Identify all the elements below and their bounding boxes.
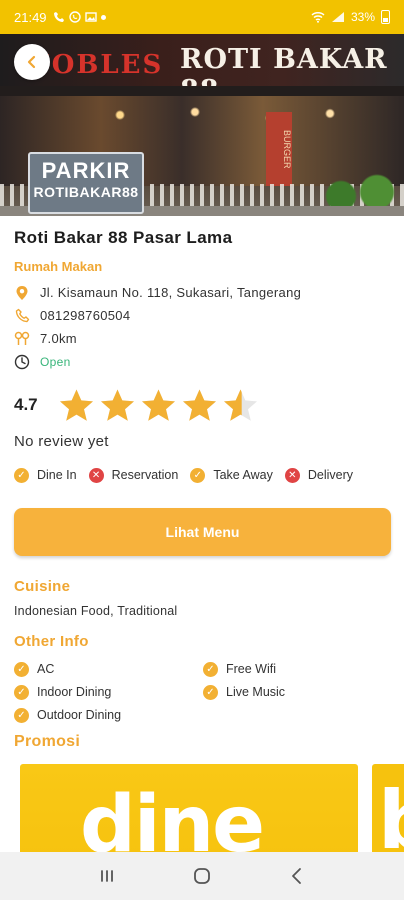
- star-icon: [183, 389, 216, 421]
- battery-percent: 33%: [350, 10, 375, 24]
- other-info-item: ✓ Indoor Dining: [14, 684, 203, 700]
- restaurant-phone: 081298760504: [40, 308, 131, 323]
- service-label: Take Away: [213, 468, 273, 482]
- star-rating: [58, 388, 259, 423]
- signal-icon: [331, 12, 344, 22]
- home-button[interactable]: [182, 856, 222, 896]
- other-info-heading: Other Info: [14, 633, 89, 650]
- open-status: Open: [40, 354, 71, 369]
- battery-icon: [381, 10, 390, 24]
- promo-card[interactable]: dine in: [20, 764, 358, 852]
- whatsapp-icon: [68, 11, 81, 23]
- system-back-button[interactable]: [277, 856, 317, 896]
- star-icon: [224, 389, 257, 421]
- service-item: ✕ Delivery: [284, 467, 353, 483]
- notification-dot-icon: [100, 14, 106, 20]
- check-icon: ✓: [190, 467, 206, 483]
- restaurant-name: Roti Bakar 88 Pasar Lama: [14, 228, 233, 247]
- cross-icon: ✕: [284, 467, 300, 483]
- parking-sign-subtitle: ROTIBAKAR88: [33, 184, 139, 200]
- review-status: No review yet: [14, 433, 109, 450]
- other-info-item: ✓ Live Music: [203, 684, 392, 700]
- view-menu-button[interactable]: Lihat Menu: [14, 508, 391, 556]
- back-button[interactable]: [14, 44, 50, 80]
- cuisine-text: Indonesian Food, Traditional: [14, 604, 178, 618]
- other-info-list: ✓ AC ✓ Free Wifi ✓ Indoor Dining ✓ Live Music ✓ O…: [14, 661, 394, 723]
- star-icon: [60, 389, 93, 421]
- address-row[interactable]: Jl. Kisamaun No. 118, Sukasari, Tangeran…: [14, 281, 394, 304]
- service-item: ✓ Take Away: [190, 467, 273, 483]
- gallery-icon: [84, 12, 97, 22]
- promo-heading: Promosi: [14, 733, 81, 750]
- hours-row: Open: [14, 350, 394, 373]
- distance-pins-icon: [14, 331, 30, 347]
- recent-apps-icon: [101, 870, 114, 882]
- restaurant-category: Rumah Makan: [14, 259, 103, 274]
- distance-row: 7.0km: [14, 327, 394, 350]
- cross-icon: ✕: [88, 467, 104, 483]
- other-info-item: ✓ Free Wifi: [203, 661, 392, 677]
- restaurant-address: Jl. Kisamaun No. 118, Sukasari, Tangeran…: [40, 285, 302, 300]
- notification-icons: [53, 11, 106, 23]
- other-info-label: AC: [37, 662, 55, 676]
- star-icon: [142, 389, 175, 421]
- check-icon: ✓: [203, 661, 218, 677]
- rating-row: 4.7: [14, 387, 394, 423]
- check-icon: ✓: [14, 661, 29, 677]
- system-navigation-bar: [0, 852, 404, 900]
- home-icon: [194, 868, 210, 884]
- check-icon: ✓: [14, 467, 29, 483]
- recent-apps-button[interactable]: [87, 856, 127, 896]
- promo-carousel[interactable]: dine in b: [20, 764, 404, 852]
- restaurant-distance: 7.0km: [40, 331, 77, 346]
- phone-row[interactable]: 081298760504: [14, 304, 394, 327]
- service-item: ✓ Dine In: [14, 467, 77, 483]
- status-right: 33%: [311, 10, 390, 24]
- service-item: ✕ Reservation: [88, 467, 179, 483]
- other-info-label: Free Wifi: [226, 662, 276, 676]
- restaurant-hero-image: NOBLES ROTI BAKAR 88 BURGER PARKIR ROTIB…: [0, 34, 404, 216]
- promo-card-next-text: b: [378, 774, 404, 852]
- other-info-item: ✓ AC: [14, 661, 203, 677]
- burger-sign: BURGER: [266, 112, 292, 186]
- call-icon: [53, 12, 64, 22]
- status-time: 21:49: [14, 9, 47, 25]
- storefront-beam: [0, 86, 404, 96]
- star-icon: [101, 389, 134, 421]
- service-label: Reservation: [111, 468, 179, 482]
- location-pin-icon: [14, 285, 30, 301]
- wifi-icon: [311, 12, 325, 23]
- status-left: 21:49: [14, 10, 106, 25]
- phone-icon: [14, 308, 30, 324]
- promo-card-next[interactable]: b: [372, 764, 404, 852]
- promo-card-text: dine in: [80, 780, 265, 852]
- other-info-label: Outdoor Dining: [37, 708, 122, 722]
- check-icon: ✓: [203, 684, 218, 700]
- service-options: ✓ Dine In ✕ Reservation ✓ Take Away ✕ Delivery: [14, 465, 394, 485]
- chevron-left-icon: [27, 55, 36, 69]
- back-arrow-icon: [291, 868, 301, 884]
- check-icon: ✓: [14, 707, 29, 723]
- clock-icon: [14, 354, 30, 370]
- cuisine-heading: Cuisine: [14, 578, 71, 595]
- rating-value: 4.7: [14, 395, 38, 414]
- parking-sign: PARKIR ROTIBAKAR88: [28, 152, 144, 214]
- other-info-label: Live Music: [226, 685, 286, 699]
- parking-sign-title: PARKIR: [41, 158, 131, 183]
- restaurant-details: Roti Bakar 88 Pasar Lama Rumah Makan Jl.…: [14, 226, 394, 753]
- service-label: Dine In: [37, 468, 77, 482]
- other-info-item: ✓ Outdoor Dining: [14, 707, 203, 723]
- service-label: Delivery: [307, 468, 353, 482]
- status-bar: 21:49 33%: [0, 0, 404, 34]
- other-info-label: Indoor Dining: [37, 685, 112, 699]
- storefront-lights: [60, 100, 360, 130]
- check-icon: ✓: [14, 684, 29, 700]
